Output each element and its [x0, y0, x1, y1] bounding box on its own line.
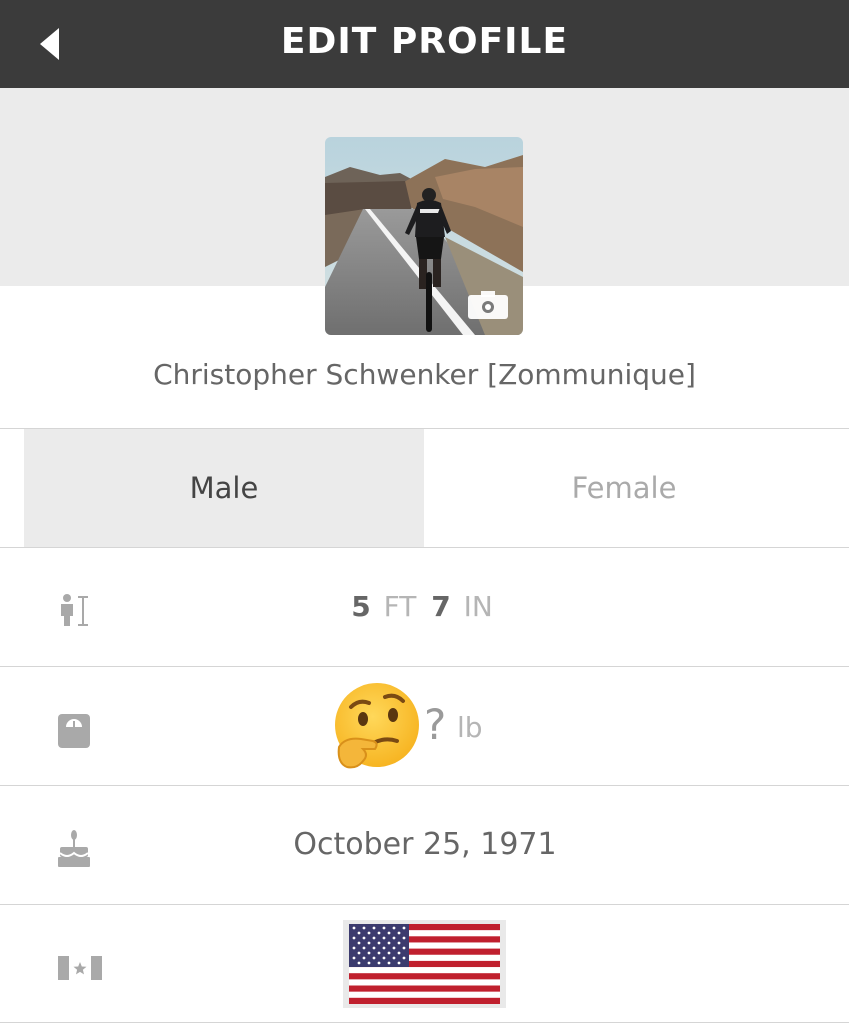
header-bar: EDIT PROFILE — [0, 0, 849, 88]
flag-icon — [58, 956, 102, 984]
birthday-cake-icon — [58, 829, 90, 873]
scale-icon — [58, 714, 90, 752]
camera-icon[interactable] — [468, 291, 508, 319]
profile-name[interactable]: Christopher Schwenker [Zommunique] — [0, 352, 849, 398]
divider — [0, 904, 849, 905]
country-selector[interactable] — [343, 920, 506, 1008]
height-feet-unit: FT — [383, 590, 417, 623]
gender-option-male[interactable]: Male — [24, 429, 424, 547]
height-inches: 7 — [431, 590, 451, 623]
height-icon — [56, 592, 92, 632]
profile-photo[interactable] — [325, 137, 523, 335]
page-title: EDIT PROFILE — [280, 21, 569, 62]
gender-option-female[interactable]: Female — [424, 429, 824, 547]
height-feet: 5 — [351, 590, 371, 623]
birthday-value[interactable]: October 25, 1971 — [120, 786, 730, 904]
height-value[interactable]: 5 FT 7 IN — [120, 548, 730, 666]
back-arrow-icon[interactable] — [32, 22, 66, 66]
height-inches-unit: IN — [463, 590, 493, 623]
thinking-face-emoji — [329, 681, 423, 775]
united-states-flag — [349, 924, 500, 1004]
weight-value[interactable]: ? lb — [120, 667, 730, 785]
weight-unit: lb — [457, 711, 483, 744]
weight-number: ? — [424, 700, 447, 749]
divider — [0, 1022, 849, 1023]
